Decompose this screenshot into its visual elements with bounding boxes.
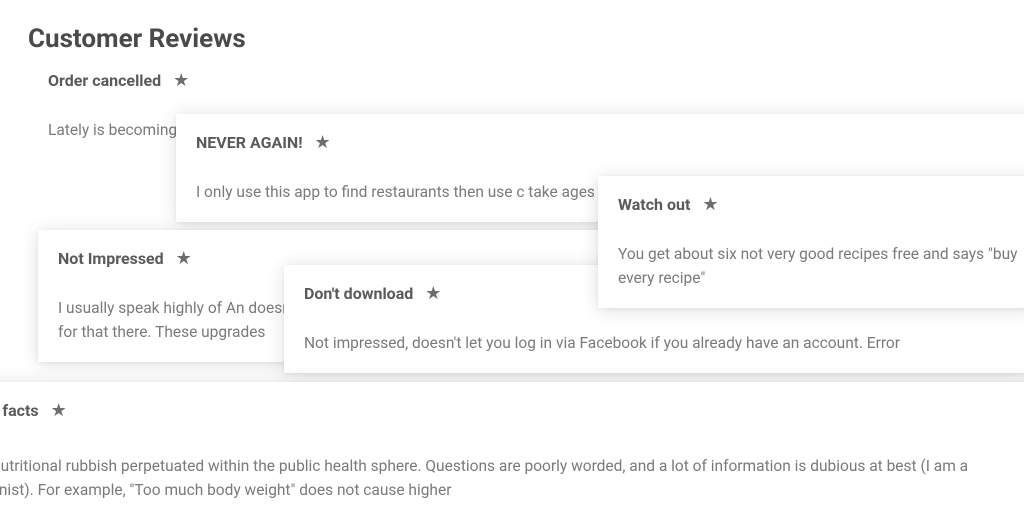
review-title: Not Impressed [58, 249, 164, 268]
star-icon: ★ [176, 250, 192, 268]
star-icon: ★ [173, 72, 189, 90]
star-icon: ★ [702, 196, 718, 214]
review-title: balling facts [0, 401, 39, 420]
review-card-balling-facts[interactable]: balling facts ★ same nutritional rubbish… [0, 382, 1024, 512]
review-title: Don't download [304, 284, 413, 303]
reviews-page: Customer Reviews Order cancelled ★ Latel… [0, 0, 1024, 512]
review-body: You get about six not very good recipes … [618, 242, 1018, 290]
star-icon: ★ [51, 402, 67, 420]
review-body: Not impressed, doesn't let you log in vi… [304, 331, 1024, 355]
review-title: Watch out [618, 195, 690, 214]
review-title: Order cancelled [48, 71, 161, 90]
review-body: same nutritional rubbish perpetuated wit… [0, 454, 1020, 502]
star-icon: ★ [425, 285, 441, 303]
review-title: NEVER AGAIN! [196, 133, 303, 152]
star-icon: ★ [315, 134, 331, 152]
page-title: Customer Reviews [28, 24, 246, 54]
review-card-watch-out[interactable]: Watch out ★ You get about six not very g… [598, 176, 1024, 308]
